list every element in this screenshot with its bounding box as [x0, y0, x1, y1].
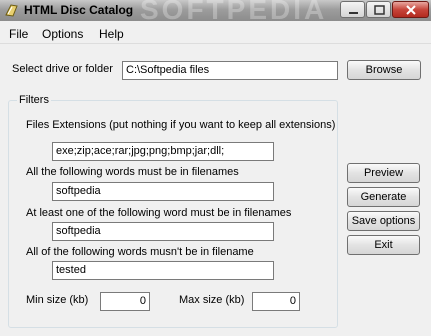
disc-catalog-icon [5, 4, 18, 17]
max-size-label: Max size (kb) [179, 294, 245, 306]
window-title: HTML Disc Catalog [24, 3, 134, 17]
menu-help[interactable]: Help [99, 27, 124, 41]
menu-options[interactable]: Options [42, 27, 83, 41]
softpedia-watermark: SOFTPEDIA [140, 0, 328, 25]
minimize-icon [349, 12, 358, 14]
max-size-input[interactable]: 0 [252, 292, 300, 311]
preview-button[interactable]: Preview [347, 163, 420, 183]
menu-file[interactable]: File [9, 27, 28, 41]
close-icon [406, 5, 416, 15]
min-size-label: Min size (kb) [26, 294, 89, 306]
none-words-input[interactable]: tested [52, 261, 274, 280]
menu-bar: File Options Help [0, 24, 431, 44]
maximize-button[interactable] [366, 1, 391, 18]
all-words-label: All the following words must be in filen… [26, 166, 239, 178]
none-words-label: All of the following words musn't be in … [26, 246, 254, 258]
any-word-label: At least one of the following word must … [26, 207, 292, 219]
close-button[interactable] [392, 1, 429, 18]
any-word-input[interactable]: softpedia [52, 222, 274, 241]
source-label: Select drive or folder [12, 63, 113, 75]
browse-button[interactable]: Browse [347, 60, 421, 80]
source-folder-input[interactable]: C:\Softpedia files [122, 61, 338, 80]
save-options-button[interactable]: Save options [347, 211, 420, 231]
all-words-input[interactable]: softpedia [52, 182, 274, 201]
extensions-label: Files Extensions (put nothing if you wan… [26, 119, 336, 131]
exit-button[interactable]: Exit [347, 235, 420, 255]
extensions-input[interactable]: exe;zip;ace;rar;jpg;png;bmp;jar;dll; [52, 142, 274, 161]
title-bar: HTML Disc Catalog SOFTPEDIA [0, 0, 431, 25]
minimize-button[interactable] [340, 1, 365, 18]
filters-legend: Filters [17, 94, 51, 106]
min-size-input[interactable]: 0 [100, 292, 150, 311]
generate-button[interactable]: Generate [347, 187, 420, 207]
maximize-icon [374, 5, 385, 15]
